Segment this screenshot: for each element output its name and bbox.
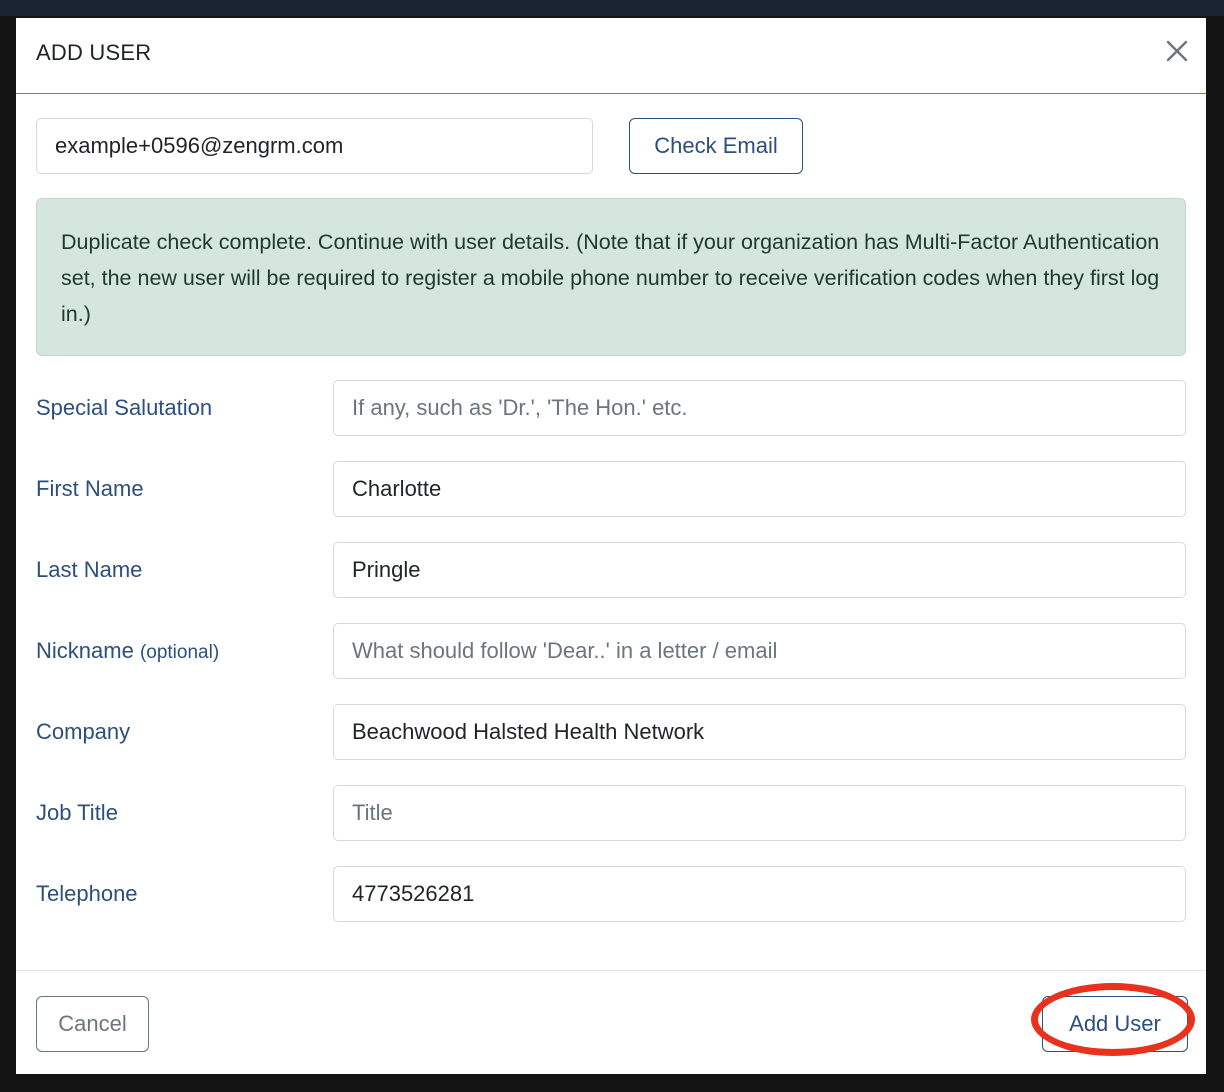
background-page-strip [0, 0, 1224, 16]
last-name-input[interactable] [333, 542, 1186, 598]
job-title-input[interactable] [333, 785, 1186, 841]
modal-header: ADD USER [16, 18, 1206, 94]
nickname-input[interactable] [333, 623, 1186, 679]
email-input[interactable] [36, 118, 593, 174]
nickname-label-text: Nickname [36, 638, 134, 663]
duplicate-check-alert: Duplicate check complete. Continue with … [36, 198, 1186, 356]
check-email-button[interactable]: Check Email [629, 118, 803, 174]
company-label: Company [36, 719, 131, 744]
company-input[interactable] [333, 704, 1186, 760]
telephone-label: Telephone [36, 881, 138, 906]
special-salutation-label: Special Salutation [36, 395, 213, 420]
telephone-input[interactable] [333, 866, 1186, 922]
add-user-button[interactable]: Add User [1042, 996, 1188, 1052]
modal-title: ADD USER [36, 40, 152, 65]
first-name-input[interactable] [333, 461, 1186, 517]
special-salutation-input[interactable] [333, 380, 1186, 436]
last-name-label: Last Name [36, 557, 143, 582]
close-icon [1166, 40, 1188, 62]
add-user-modal: ADD USER Check Email Duplicate check com… [16, 18, 1206, 1074]
first-name-label: First Name [36, 476, 144, 501]
nickname-label: Nickname (optional) [36, 638, 219, 664]
cancel-button[interactable]: Cancel [36, 996, 149, 1052]
modal-footer: Cancel Add User [16, 970, 1206, 1074]
job-title-label: Job Title [36, 800, 118, 825]
optional-hint: (optional) [139, 642, 220, 663]
close-button[interactable] [1164, 38, 1190, 64]
